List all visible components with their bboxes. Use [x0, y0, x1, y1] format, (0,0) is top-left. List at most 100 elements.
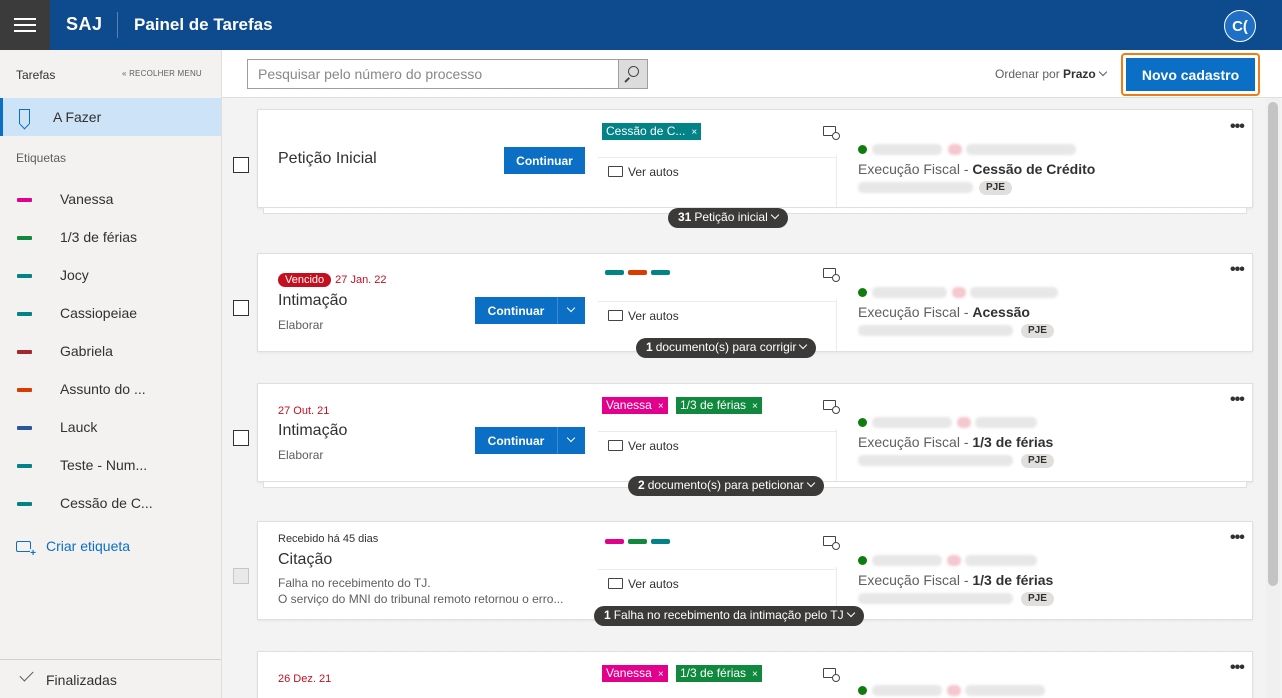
top-bar: SAJ Painel de Tarefas C( [0, 0, 1282, 50]
view-records-link[interactable]: Ver autos [608, 439, 679, 453]
divider [598, 157, 836, 158]
add-tag-icon[interactable] [823, 268, 840, 282]
sort-dropdown[interactable]: Ordenar por Prazo [995, 67, 1107, 81]
redacted-text [975, 417, 1037, 428]
tag-chip-ferias: 1/3 de férias × [676, 397, 762, 414]
sidebar-tag-cassiopeiae[interactable]: Cassiopeiae [0, 294, 221, 332]
view-records-link[interactable]: Ver autos [608, 165, 679, 179]
task-card[interactable]: 27 Out. 21 Intimação Elaborar Continuar … [233, 383, 1253, 482]
deadline-date: 27 Jan. 22 [335, 274, 387, 286]
sidebar-item-finalizadas[interactable]: Finalizadas [0, 659, 221, 698]
sidebar-tag-label: Cessão de C... [60, 495, 153, 511]
task-checkbox[interactable] [233, 430, 249, 446]
sidebar-tag-vanessa[interactable]: Vanessa [0, 180, 221, 218]
group-toggle-pill[interactable]: 1 documento(s) para corrigir [636, 338, 817, 358]
sidebar-item-label: A Fazer [53, 109, 102, 125]
sidebar-tag-ferias[interactable]: 1/3 de férias [0, 218, 221, 256]
redacted-text [947, 555, 961, 566]
pill-text: Falha no recebimento da intimação pelo T… [613, 608, 844, 622]
collapse-menu-button[interactable]: « RECOLHER MENU [122, 69, 202, 78]
sidebar-tag-label: Lauck [60, 419, 98, 435]
user-avatar[interactable]: C( [1224, 10, 1256, 42]
process-class: Execução Fiscal - 1/3 de férias [858, 572, 1053, 588]
remove-tag-icon[interactable]: × [691, 127, 697, 138]
redacted-text [970, 287, 1058, 298]
party-status-icon [858, 418, 867, 427]
task-subtitle: Elaborar [278, 448, 324, 462]
tag-chip-label: Cessão de C... [606, 124, 686, 138]
process-class: Execução Fiscal - Acessão [858, 304, 1030, 320]
add-tag-icon[interactable] [823, 536, 840, 550]
divider [836, 155, 837, 207]
group-toggle-pill[interactable]: 31 Petição inicial [668, 208, 788, 228]
tag-color-swatch [17, 426, 32, 430]
tag-color-swatch [17, 274, 32, 278]
redacted-text [965, 555, 1037, 566]
view-records-label: Ver autos [628, 439, 679, 453]
task-card[interactable]: Petição Inicial Continuar Cessão de C...… [233, 109, 1253, 208]
scrollbar[interactable] [1266, 98, 1280, 698]
sidebar-tag-teste[interactable]: Teste - Num... [0, 446, 221, 484]
redacted-text [858, 325, 1013, 336]
overdue-badge: Vencido [278, 273, 332, 287]
tag-chip-ferias: 1/3 de férias × [676, 665, 762, 682]
task-checkbox[interactable] [233, 300, 249, 316]
received-time: Recebido há 45 dias [278, 533, 379, 545]
pill-text: documento(s) para corrigir [655, 340, 797, 354]
sidebar-item-a-fazer[interactable]: A Fazer [0, 98, 221, 136]
continue-options-button[interactable] [557, 297, 585, 324]
new-record-highlight: Novo cadastro [1121, 53, 1260, 96]
remove-tag-icon[interactable]: × [752, 401, 758, 412]
more-options-icon[interactable]: ••• [1230, 529, 1245, 547]
group-toggle-pill[interactable]: 1 Falha no recebimento da intimação pelo … [594, 606, 864, 626]
sidebar-tag-cessao[interactable]: Cessão de C... [0, 484, 221, 522]
add-tag-icon[interactable] [823, 400, 840, 414]
view-records-label: Ver autos [628, 577, 679, 591]
remove-tag-icon[interactable]: × [752, 669, 758, 680]
check-icon [19, 667, 34, 682]
search-button[interactable] [618, 59, 648, 89]
more-options-icon[interactable]: ••• [1230, 118, 1245, 136]
folder-icon [608, 310, 623, 321]
sidebar-tag-lauck[interactable]: Lauck [0, 408, 221, 446]
remove-tag-icon[interactable]: × [658, 401, 664, 412]
redacted-text [952, 287, 966, 298]
more-options-icon[interactable]: ••• [1230, 659, 1245, 677]
add-tag-icon[interactable] [823, 668, 840, 682]
party-status-icon [858, 686, 867, 695]
task-list: Petição Inicial Continuar Cessão de C...… [222, 98, 1266, 698]
scrollbar-thumb[interactable] [1268, 102, 1278, 586]
folder-icon [608, 578, 623, 589]
process-subject: Cessão de Crédito [972, 161, 1096, 177]
view-records-link[interactable]: Ver autos [608, 577, 679, 591]
sidebar-tag-assunto[interactable]: Assunto do ... [0, 370, 221, 408]
remove-tag-icon[interactable]: × [658, 669, 664, 680]
sidebar-tag-gabriela[interactable]: Gabriela [0, 332, 221, 370]
group-toggle-pill[interactable]: 2 documento(s) para peticionar [628, 476, 824, 496]
continue-options-button[interactable] [557, 427, 585, 454]
search-input[interactable] [247, 59, 619, 89]
redacted-text [858, 593, 1013, 604]
tag-color-swatch [17, 502, 32, 506]
divider [598, 431, 836, 432]
new-record-button[interactable]: Novo cadastro [1126, 58, 1255, 91]
sidebar-tag-jocy[interactable]: Jocy [0, 256, 221, 294]
task-card[interactable]: 26 Dez. 21 Vanessa × 1/3 de férias × ••• [257, 651, 1253, 698]
deadline-date: 27 Out. 21 [278, 405, 330, 417]
more-options-icon[interactable]: ••• [1230, 391, 1245, 409]
hamburger-menu-icon[interactable] [0, 0, 50, 50]
view-records-link[interactable]: Ver autos [608, 309, 679, 323]
add-tag-icon[interactable] [823, 126, 840, 140]
page-title: Painel de Tarefas [134, 15, 273, 34]
continue-button[interactable]: Continuar [504, 147, 585, 174]
divider [598, 301, 836, 302]
toolbar: Ordenar por Prazo Novo cadastro [222, 50, 1282, 98]
tag-color-swatch [17, 350, 32, 354]
task-checkbox[interactable] [233, 157, 249, 173]
brand-logo[interactable]: SAJ [66, 14, 103, 35]
tag-chip-label: 1/3 de férias [680, 398, 747, 412]
tag-dash [651, 270, 670, 275]
continue-button[interactable]: Continuar [475, 297, 557, 324]
continue-button[interactable]: Continuar [475, 427, 557, 454]
more-options-icon[interactable]: ••• [1230, 261, 1245, 279]
